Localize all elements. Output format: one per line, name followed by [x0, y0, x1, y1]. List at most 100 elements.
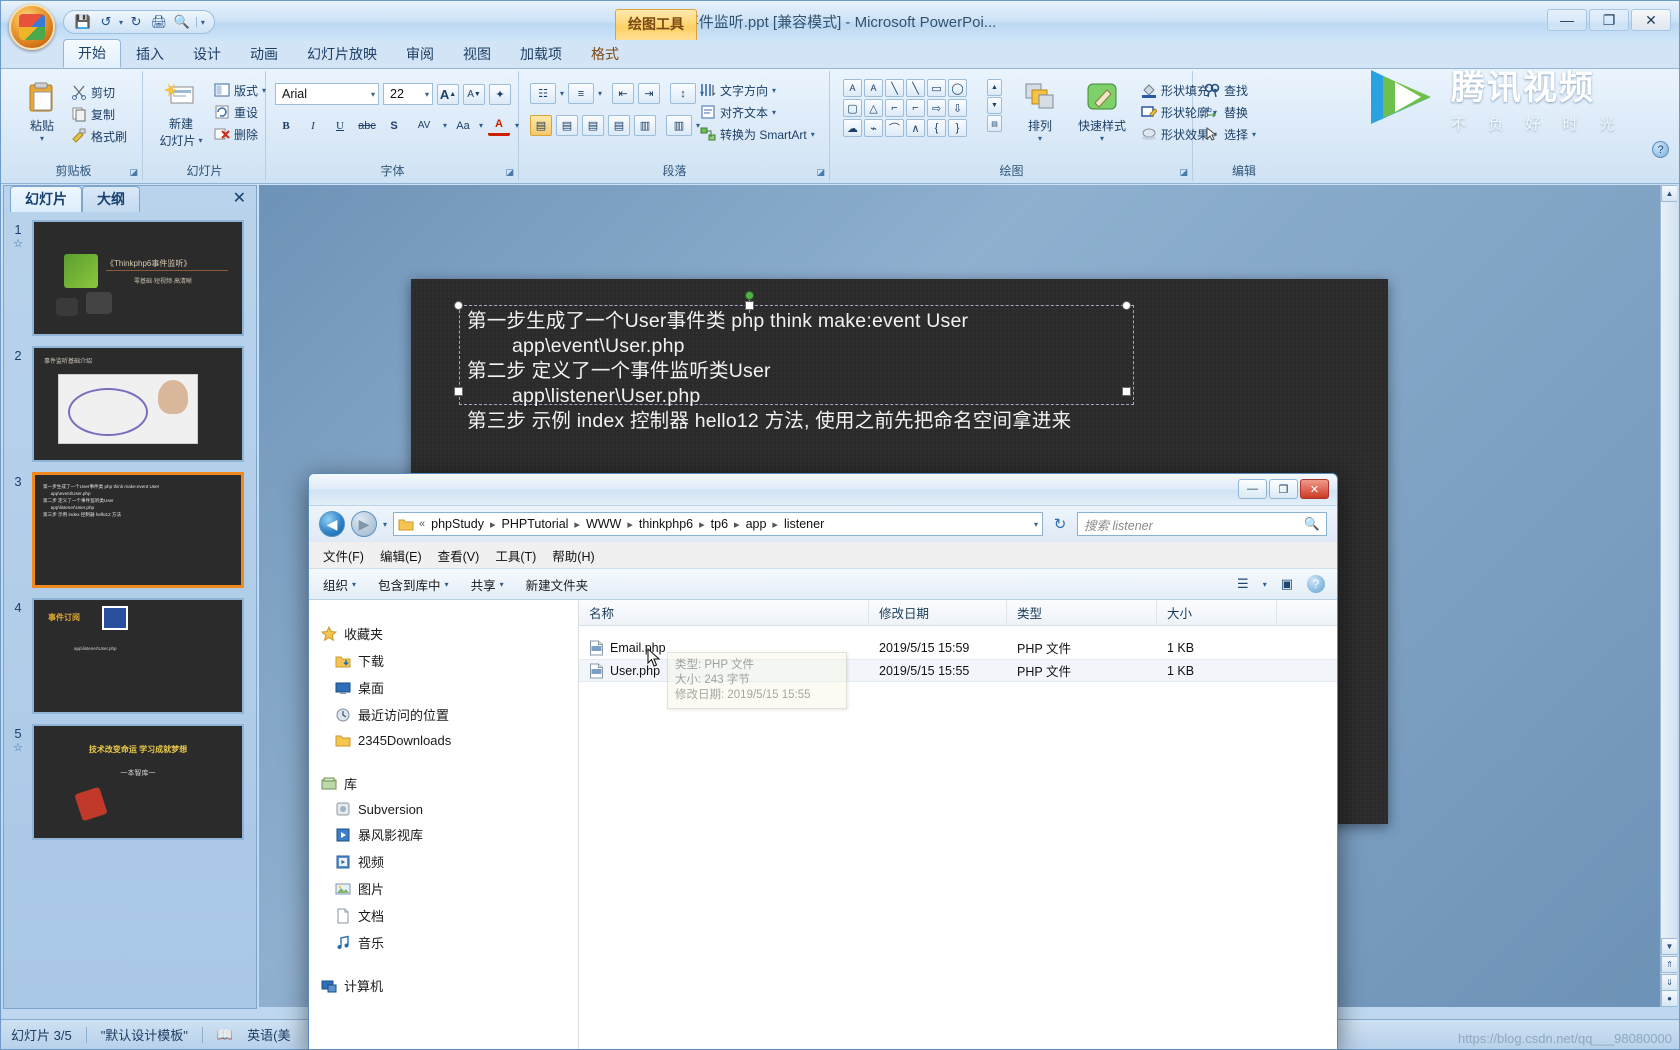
- grow-font-button[interactable]: A ▲: [437, 83, 459, 105]
- shape-down-arrow-icon[interactable]: ⇩: [948, 99, 967, 117]
- breadcrumb-item-phpstudy[interactable]: phpStudy: [427, 516, 488, 532]
- save-icon[interactable]: 💾: [73, 12, 93, 32]
- new-folder-button[interactable]: 新建文件夹: [526, 575, 589, 594]
- slide-body-text[interactable]: 第一步生成了一个User事件类 php think make:event Use…: [467, 309, 1367, 434]
- share-with-button[interactable]: 共享 ▾: [471, 575, 504, 594]
- view-caret-icon[interactable]: ▾: [1263, 580, 1267, 589]
- thumbnail-row-2[interactable]: 2 事件监听基础介绍: [8, 346, 246, 462]
- breadcrumb-sep-2[interactable]: ▸: [574, 518, 580, 531]
- shape-arrow-icon[interactable]: ╲: [906, 79, 925, 97]
- menu-help[interactable]: 帮助(H): [552, 546, 594, 565]
- shape-curve-icon[interactable]: ⌒: [885, 119, 904, 137]
- character-spacing-caret-icon[interactable]: ▾: [443, 121, 447, 130]
- font-color-caret-icon[interactable]: ▾: [515, 121, 519, 130]
- shape-cloud-icon[interactable]: ☁: [843, 119, 862, 137]
- next-slide-button[interactable]: ⇓: [1661, 974, 1677, 991]
- shapes-scroll-down-icon[interactable]: ▼: [987, 97, 1002, 114]
- breadcrumb[interactable]: « phpStudy ▸ PHPTutorial ▸ WWW ▸ thinkph…: [393, 512, 1043, 536]
- font-name-combo[interactable]: Arial ▾: [275, 83, 379, 105]
- slide-thumbnail-list[interactable]: 1 ☆ 《Thinkphp6事件监听》 零基础·短视频·高清晰 2 事件监听基础介…: [4, 214, 256, 1008]
- ribbon-tab-design[interactable]: 设计: [179, 41, 235, 68]
- organize-button[interactable]: 组织 ▾: [323, 575, 356, 594]
- nav-item-videos[interactable]: 视频: [321, 852, 578, 871]
- strikethrough-button[interactable]: abc: [356, 115, 378, 136]
- undo-icon[interactable]: ↺: [96, 12, 116, 32]
- shape-arc-icon[interactable]: ∧: [906, 119, 925, 137]
- thumbnail-2[interactable]: 事件监听基础介绍: [32, 346, 244, 462]
- ribbon-tab-format[interactable]: 格式: [577, 41, 633, 68]
- thumbnail-row-3[interactable]: 3 第一步生成了一个User事件类 php think make:event U…: [8, 472, 246, 588]
- clipboard-dialog-launcher-icon[interactable]: ◪: [129, 167, 138, 178]
- nav-item-pictures[interactable]: 图片: [321, 879, 578, 898]
- nav-item-downloads[interactable]: 下载: [321, 651, 578, 670]
- ribbon-tab-home[interactable]: 开始: [63, 39, 121, 68]
- find-button[interactable]: 查找: [1204, 79, 1256, 101]
- recent-pages-caret-icon[interactable]: ▾: [383, 520, 387, 529]
- text-direction-button[interactable]: 文字方向 ▾: [700, 79, 815, 101]
- bullets-button[interactable]: ☷: [530, 83, 556, 104]
- font-color-button[interactable]: A: [488, 116, 511, 136]
- menu-tools[interactable]: 工具(T): [495, 546, 536, 565]
- scroll-up-button[interactable]: ▲: [1661, 185, 1677, 202]
- search-icon[interactable]: 🔍: [1304, 517, 1320, 532]
- layout-caret-icon[interactable]: ▾: [262, 86, 266, 95]
- font-size-combo[interactable]: 22 ▾: [383, 83, 433, 105]
- underline-button[interactable]: U: [329, 115, 351, 136]
- shape-scribble-icon[interactable]: ⌁: [864, 119, 883, 137]
- layout-button[interactable]: 版式 ▾: [214, 79, 266, 101]
- column-header-type[interactable]: 类型: [1007, 600, 1157, 625]
- breadcrumb-caret-icon[interactable]: ▾: [1034, 520, 1038, 529]
- column-header-name[interactable]: 名称: [579, 600, 869, 625]
- explorer-close-button[interactable]: ✕: [1300, 479, 1329, 499]
- thumbnail-5[interactable]: 技术改变命运 学习成就梦想 一本智库一: [32, 724, 244, 840]
- delete-slide-button[interactable]: 删除: [214, 123, 266, 145]
- bullets-caret-icon[interactable]: ▾: [560, 89, 564, 98]
- ribbon-tab-review[interactable]: 审阅: [392, 41, 448, 68]
- shapes-scroll-up-icon[interactable]: ▲: [987, 79, 1002, 96]
- nav-item-documents[interactable]: 文档: [321, 906, 578, 925]
- file-list-pane[interactable]: 名称 修改日期 类型 大小 Email.php 2019/5/15 15:59 …: [579, 600, 1337, 1049]
- format-painter-button[interactable]: 格式刷: [71, 125, 127, 147]
- breadcrumb-sep-6[interactable]: ▸: [772, 518, 778, 531]
- shapes-more-icon[interactable]: ▤: [987, 115, 1002, 132]
- paste-button[interactable]: 粘贴 ▾: [13, 81, 71, 143]
- back-button[interactable]: ◀: [319, 511, 345, 537]
- arrange-button[interactable]: 排列 ▾: [1011, 81, 1069, 143]
- organize-caret-icon[interactable]: ▾: [352, 580, 356, 589]
- share-caret-icon[interactable]: ▾: [500, 580, 504, 589]
- breadcrumb-sep-4[interactable]: ▸: [699, 518, 705, 531]
- include-library-caret-icon[interactable]: ▾: [445, 580, 449, 589]
- breadcrumb-item-www[interactable]: WWW: [582, 516, 625, 532]
- explorer-window[interactable]: — ❐ ✕ ◀ ▶ ▾ « phpStudy ▸ PHPTutorial ▸ W…: [308, 473, 1338, 1050]
- change-case-button[interactable]: Aa: [452, 115, 474, 136]
- thumbnail-3[interactable]: 第一步生成了一个User事件类 php think make:event Use…: [32, 472, 244, 588]
- shrink-font-button[interactable]: A ▼: [463, 83, 485, 105]
- thumbnail-4[interactable]: 事件订阅 app\listener\User.php: [32, 598, 244, 714]
- breadcrumb-sep-1[interactable]: ▸: [490, 518, 496, 531]
- shape-brace-left-icon[interactable]: {: [927, 119, 946, 137]
- change-case-caret-icon[interactable]: ▾: [479, 121, 483, 130]
- align-center-button[interactable]: ▤: [556, 115, 578, 136]
- text-shadow-button[interactable]: S: [383, 115, 405, 136]
- nav-group-libraries[interactable]: 库: [321, 774, 578, 793]
- paste-caret-icon[interactable]: ▾: [40, 134, 44, 143]
- view-list-icon[interactable]: ☰: [1237, 576, 1249, 592]
- shape-textbox2-icon[interactable]: A: [864, 79, 883, 97]
- numbering-button[interactable]: ≡: [568, 83, 595, 104]
- nav-group-computer[interactable]: 计算机: [321, 976, 578, 995]
- breadcrumb-item-app[interactable]: app: [742, 516, 771, 532]
- cut-button[interactable]: 剪切: [71, 81, 127, 103]
- maximize-button[interactable]: ❐: [1589, 9, 1629, 31]
- tab-outline[interactable]: 大纲: [82, 186, 140, 212]
- align-text-caret-icon[interactable]: ▾: [772, 108, 776, 117]
- help-icon[interactable]: ?: [1307, 575, 1325, 593]
- justify-button[interactable]: ▤: [608, 115, 630, 136]
- nav-item-subversion[interactable]: Subversion: [321, 801, 578, 817]
- stage-vertical-scrollbar[interactable]: ▲ ▼ ⇑ ⇓ ●: [1660, 185, 1677, 1007]
- font-name-caret-icon[interactable]: ▾: [371, 90, 375, 99]
- forward-button[interactable]: ▶: [351, 511, 377, 537]
- paragraph-dialog-launcher-icon[interactable]: ◪: [816, 167, 825, 178]
- decrease-indent-button[interactable]: ⇤: [612, 83, 635, 104]
- thumbnail-row-5[interactable]: 5 ☆ 技术改变命运 学习成就梦想 一本智库一: [8, 724, 246, 840]
- font-dialog-launcher-icon[interactable]: ◪: [505, 167, 514, 178]
